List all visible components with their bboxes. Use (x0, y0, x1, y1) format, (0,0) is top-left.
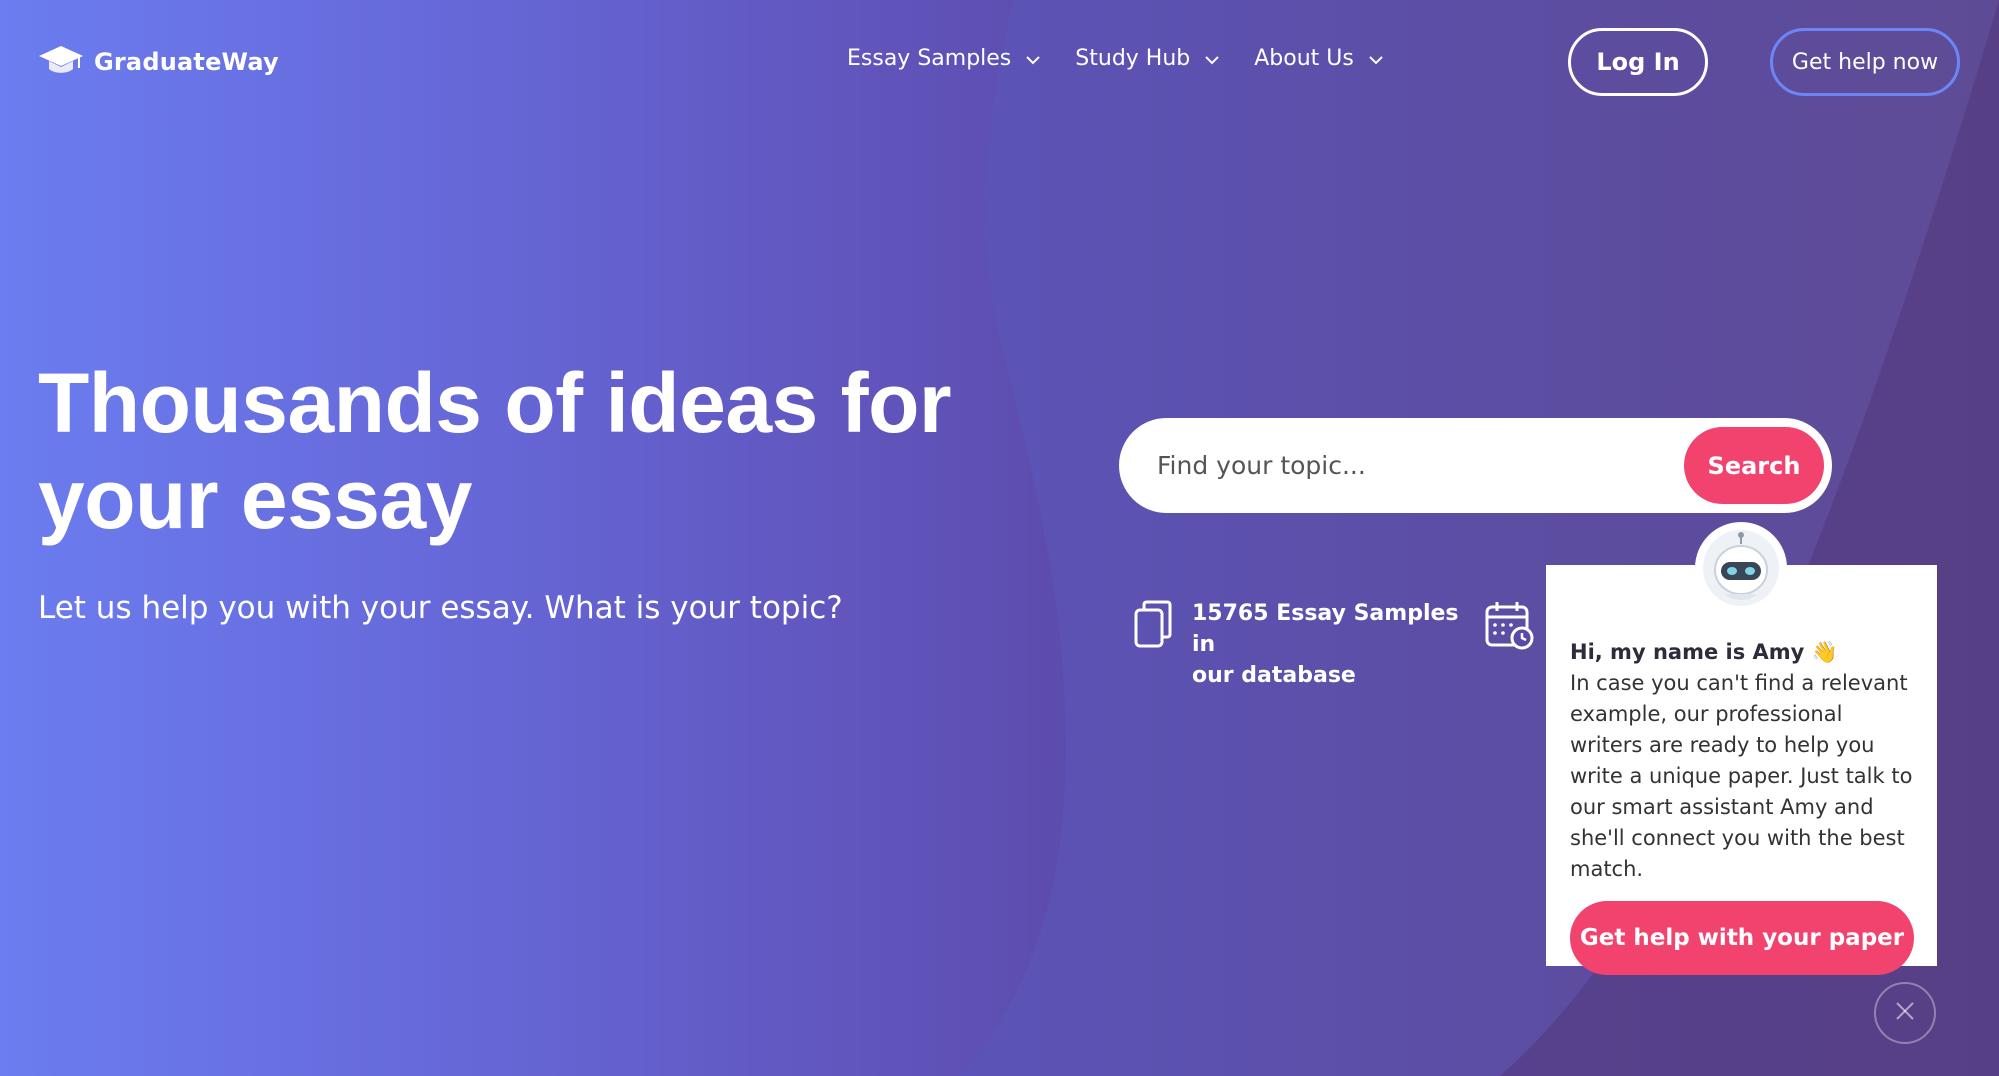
robot-avatar-icon (1695, 522, 1787, 614)
close-icon (1893, 999, 1917, 1027)
essay-count-text: 15765 Essay Samples in our database (1192, 598, 1462, 691)
chevron-down-icon (1025, 46, 1041, 71)
search-input[interactable] (1157, 451, 1684, 480)
close-button[interactable] (1874, 982, 1936, 1044)
calendar-clock-icon (1484, 600, 1536, 656)
page-title: Thousands of ideas for your essay (38, 355, 978, 547)
essay-count-line-2: our database (1192, 663, 1356, 688)
get-help-with-paper-button[interactable]: Get help with your paper (1570, 901, 1914, 975)
nav-item-label: Study Hub (1075, 46, 1191, 71)
page-title-line-2: your essay (38, 452, 472, 546)
brand-name: GraduateWay (94, 48, 279, 76)
chevron-down-icon (1204, 46, 1220, 71)
nav-item-study-hub[interactable]: Study Hub (1075, 46, 1220, 71)
get-help-now-button[interactable]: Get help now (1770, 28, 1960, 96)
nav-item-essay-samples[interactable]: Essay Samples (847, 46, 1041, 71)
chevron-down-icon (1368, 46, 1384, 71)
search-bar: Search (1119, 418, 1832, 513)
nav-item-about-us[interactable]: About Us (1254, 46, 1384, 71)
page-subtitle: Let us help you with your essay. What is… (38, 590, 843, 626)
assistant-message: In case you can't find a relevant exampl… (1570, 671, 1913, 881)
essay-count-line-1: 15765 Essay Samples in (1192, 601, 1459, 657)
main-nav: Essay Samples Study Hub About Us (847, 46, 1384, 71)
assistant-greeting: Hi, my name is Amy 👋 (1570, 640, 1838, 664)
assistant-card: Hi, my name is Amy 👋 In case you can't f… (1546, 565, 1937, 975)
document-copy-icon (1132, 598, 1174, 654)
brand-logo[interactable]: GraduateWay (38, 44, 279, 80)
essay-count-stat: 15765 Essay Samples in our database (1132, 598, 1462, 691)
graduation-cap-icon (38, 44, 84, 80)
page-title-line-1: Thousands of ideas for (38, 356, 952, 450)
nav-item-label: About Us (1254, 46, 1354, 71)
search-button[interactable]: Search (1684, 427, 1824, 504)
nav-item-label: Essay Samples (847, 46, 1012, 71)
login-button[interactable]: Log In (1568, 28, 1708, 96)
